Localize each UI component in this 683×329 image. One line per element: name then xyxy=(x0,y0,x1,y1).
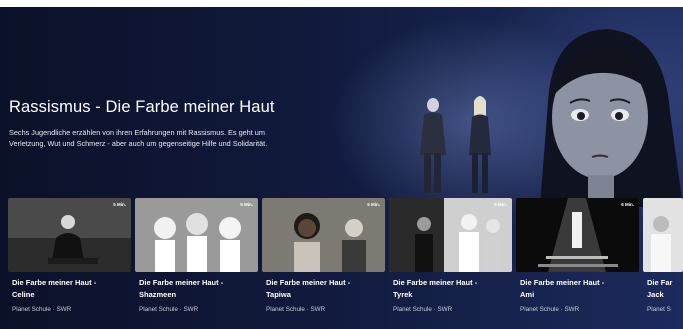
hero-title: Rassismus - Die Farbe meiner Haut xyxy=(9,98,275,116)
episode-card-jack[interactable]: Die Far Jack Planet S xyxy=(643,198,683,329)
hero-figure-man xyxy=(420,98,446,193)
episode-meta: Planet Schule · SWR xyxy=(266,306,326,313)
episode-card-shazmeen[interactable]: 5 Min. Die Farbe meiner Haut - Shazmeen … xyxy=(135,198,258,329)
episode-thumbnail[interactable]: 5 Min. xyxy=(135,198,258,272)
hero-description: Sechs Jugendliche erzählen von ihren Erf… xyxy=(9,128,268,148)
top-bar xyxy=(0,0,683,7)
episode-rail: 5 Min. Die Farbe meiner Haut - Celine Pl… xyxy=(8,198,683,329)
episode-duration: 6 Min. xyxy=(621,202,634,207)
episode-thumbnail[interactable]: 5 Min. xyxy=(262,198,385,272)
episode-title[interactable]: Die Farbe meiner Haut - Shazmeen xyxy=(139,277,258,301)
episode-title[interactable]: Die Farbe meiner Haut - Celine xyxy=(12,277,131,301)
episode-meta: Planet Schule · SWR xyxy=(139,306,199,313)
hero-figure-woman xyxy=(469,96,491,193)
episode-meta: Planet Schule · SWR xyxy=(393,306,453,313)
episode-thumbnail[interactable]: 5 Min. xyxy=(8,198,131,272)
episode-thumbnail[interactable]: 6 Min. xyxy=(516,198,639,272)
episode-meta: Planet Schule · SWR xyxy=(520,306,580,313)
episode-meta: Planet S xyxy=(647,306,671,313)
episode-duration: 5 Min. xyxy=(367,202,380,207)
episode-title[interactable]: Die Far Jack xyxy=(647,277,683,301)
episode-meta: Planet Schule · SWR xyxy=(12,306,72,313)
episode-card-tyrek[interactable]: 6 Min. Die Farbe meiner Haut - Tyrek Pla… xyxy=(389,198,512,329)
episode-duration: 5 Min. xyxy=(240,202,253,207)
episode-thumbnail[interactable]: 6 Min. xyxy=(389,198,512,272)
episode-title[interactable]: Die Farbe meiner Haut - Tapiwa xyxy=(266,277,385,301)
episode-title[interactable]: Die Farbe meiner Haut - Ami xyxy=(520,277,639,301)
episode-title[interactable]: Die Farbe meiner Haut - Tyrek xyxy=(393,277,512,301)
episode-duration: 5 Min. xyxy=(113,202,126,207)
episode-duration: 6 Min. xyxy=(494,202,507,207)
episode-thumbnail[interactable] xyxy=(643,198,683,272)
episode-card-tapiwa[interactable]: 5 Min. Die Farbe meiner Haut - Tapiwa Pl… xyxy=(262,198,385,329)
episode-card-celine[interactable]: 5 Min. Die Farbe meiner Haut - Celine Pl… xyxy=(8,198,131,329)
hero-face-illustration xyxy=(540,29,683,207)
episode-card-ami[interactable]: 6 Min. Die Farbe meiner Haut - Ami Plane… xyxy=(516,198,639,329)
